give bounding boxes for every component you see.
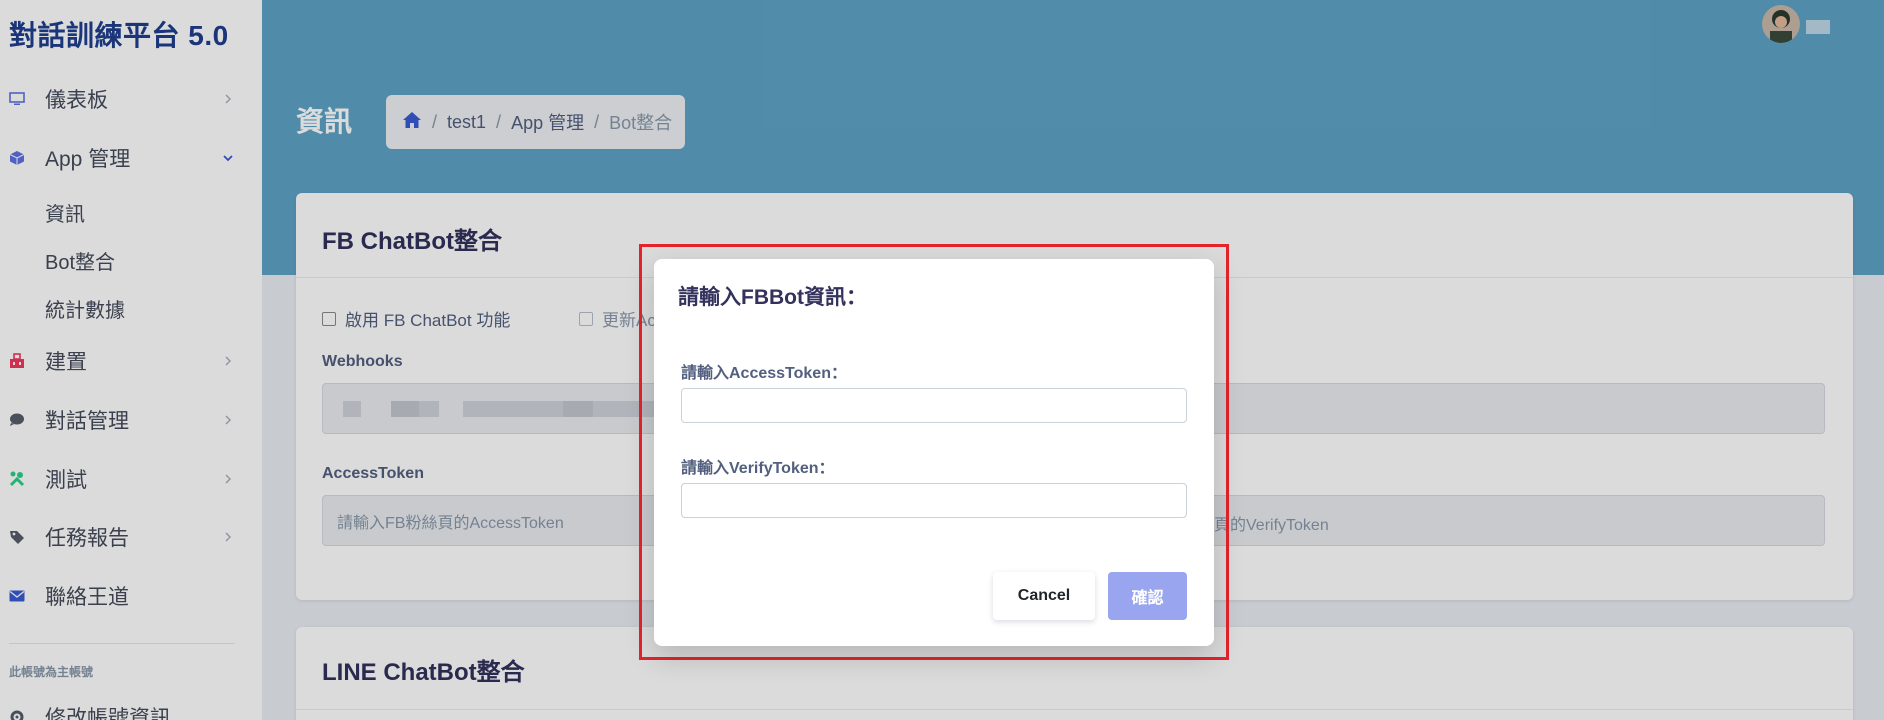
- confirm-button[interactable]: 確認: [1108, 572, 1187, 620]
- verify-token-input-label: 請輸入VerifyToken：: [681, 460, 835, 477]
- dialog-title: 請輸入FBBot資訊：: [678, 286, 867, 309]
- access-token-input-label: 請輸入AccessToken：: [681, 365, 847, 382]
- verify-token-input[interactable]: [681, 483, 1187, 518]
- access-token-input[interactable]: [681, 388, 1187, 423]
- cancel-button[interactable]: Cancel: [993, 572, 1095, 620]
- fbbot-info-dialog: 請輸入FBBot資訊： 請輸入AccessToken： 請輸入VerifyTok…: [654, 259, 1214, 646]
